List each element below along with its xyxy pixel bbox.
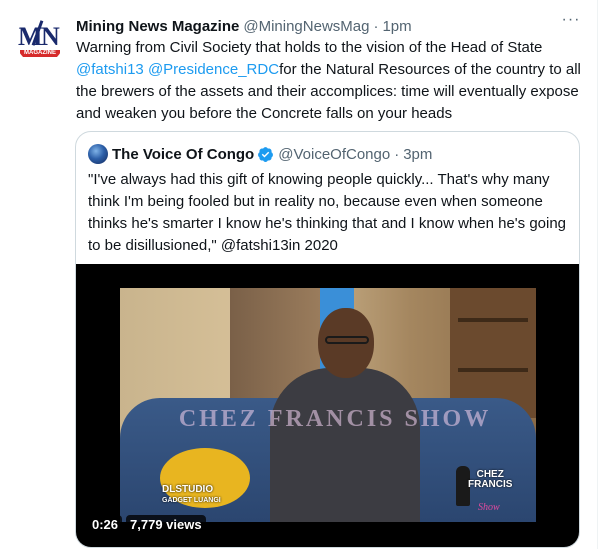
quoted-tweet-text: "I've always had this gift of knowing pe… bbox=[88, 171, 567, 254]
tweet-header: Mining News Magazine @MiningNewsMag · 1p… bbox=[76, 16, 412, 36]
video-watermark: CHEZ FRANCIS SHOW bbox=[178, 406, 492, 432]
video-player[interactable]: CHEZ FRANCIS SHOW DLSTUDIO GADGET LUANGI… bbox=[76, 264, 579, 547]
separator-dot: · bbox=[373, 17, 379, 35]
quoted-author-handle[interactable]: @VoiceOfCongo bbox=[278, 146, 390, 163]
show-logo: CHEZ FRANCIS Show bbox=[456, 464, 516, 516]
quoted-tweet-timestamp[interactable]: 3pm bbox=[403, 146, 432, 163]
quoted-author-avatar[interactable] bbox=[88, 144, 108, 164]
mention-fatshi13[interactable]: @fatshi13 bbox=[76, 61, 144, 78]
author-handle[interactable]: @MiningNewsMag bbox=[243, 18, 369, 35]
verified-badge-icon bbox=[258, 146, 274, 162]
quoted-author-name[interactable]: The Voice Of Congo bbox=[112, 146, 254, 163]
quoted-tweet-header: The Voice Of Congo @VoiceOfCongo · 3pm bbox=[88, 144, 432, 164]
tweet-text-part1: Warning from Civil Society that holds to… bbox=[76, 39, 543, 56]
studio-logo: DLSTUDIO GADGET LUANGI bbox=[162, 484, 221, 506]
more-horizontal-icon[interactable]: ··· bbox=[561, 12, 581, 34]
logo-band: MAGAZINE bbox=[20, 50, 60, 57]
logo-n: N bbox=[41, 22, 60, 51]
show-logo-line2: FRANCIS bbox=[468, 479, 513, 490]
frame-person-body bbox=[270, 368, 420, 522]
quoted-tweet[interactable]: The Voice Of Congo @VoiceOfCongo · 3pm "… bbox=[75, 131, 580, 548]
frame-person-glasses bbox=[325, 336, 369, 344]
tweet[interactable]: M N MAGAZINE Mining News Magazine @Minin… bbox=[0, 0, 597, 549]
video-views: 7,779 views bbox=[126, 515, 206, 535]
author-avatar[interactable]: M N MAGAZINE bbox=[16, 16, 64, 64]
video-duration: 0:26 bbox=[88, 515, 123, 535]
show-logo-line3: Show bbox=[478, 502, 500, 513]
mention-presidence-rdc[interactable]: @Presidence_RDC bbox=[148, 61, 279, 78]
studio-logo-line1: DLSTUDIO bbox=[162, 484, 214, 495]
quoted-separator-dot: · bbox=[394, 145, 400, 163]
show-logo-title: CHEZ FRANCIS bbox=[468, 470, 512, 490]
video-frame[interactable]: CHEZ FRANCIS SHOW DLSTUDIO GADGET LUANGI… bbox=[120, 288, 536, 522]
studio-logo-line2: GADGET LUANGI bbox=[162, 497, 221, 504]
column-divider bbox=[597, 0, 598, 549]
tweet-text: Warning from Civil Society that holds to… bbox=[76, 37, 590, 125]
author-name[interactable]: Mining News Magazine bbox=[76, 18, 239, 35]
tweet-timestamp[interactable]: 1pm bbox=[382, 18, 411, 35]
video-badges: 0:26 7,779 views bbox=[88, 515, 206, 535]
